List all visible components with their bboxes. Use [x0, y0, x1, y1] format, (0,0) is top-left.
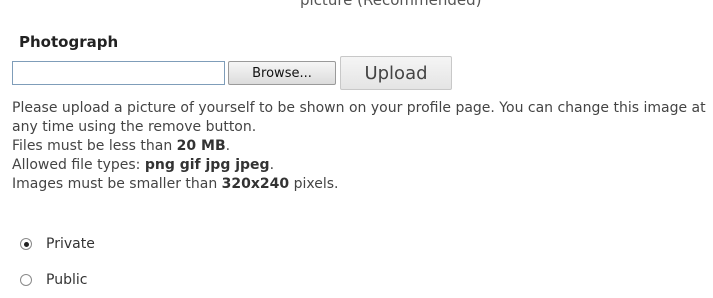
visibility-option-public[interactable]: Public — [20, 272, 87, 288]
cropped-top-text: picture (Recommended) — [0, 0, 713, 14]
upload-help-text: Please upload a picture of yourself to b… — [12, 99, 707, 194]
public-label: Public — [46, 272, 88, 288]
private-label: Private — [46, 236, 95, 252]
visibility-option-private[interactable]: Private — [20, 236, 95, 252]
upload-button[interactable]: Upload — [340, 56, 452, 90]
section-title: Photograph — [19, 33, 119, 51]
file-path-input[interactable] — [12, 61, 225, 85]
private-radio[interactable] — [20, 238, 32, 250]
max-dimensions-value: 320x240 — [221, 176, 290, 192]
allowed-types-value: png gif jpg jpeg — [144, 157, 270, 173]
cropped-top-label: picture (Recommended) — [300, 0, 482, 9]
help-line-size: Files must be less than 20 MB. — [12, 138, 231, 154]
help-line-dimensions: Images must be smaller than 320x240 pixe… — [12, 176, 339, 192]
browse-button[interactable]: Browse... — [228, 61, 336, 85]
help-line-purpose: Please upload a picture of yourself to b… — [12, 100, 706, 135]
public-radio[interactable] — [20, 274, 32, 286]
max-size-value: 20 MB — [176, 138, 226, 154]
help-line-types: Allowed file types: png gif jpg jpeg. — [12, 157, 275, 173]
